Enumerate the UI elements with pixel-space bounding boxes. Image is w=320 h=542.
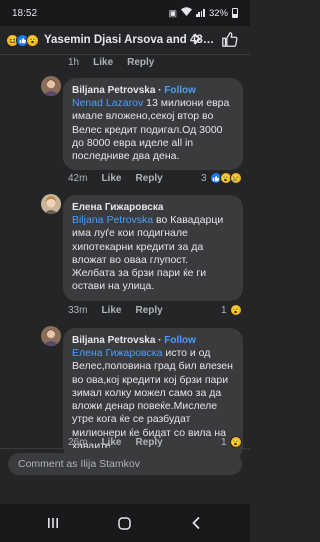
reaction-count[interactable]: 1 😮 [221, 436, 242, 448]
back-icon[interactable] [186, 514, 206, 532]
mention-link[interactable]: Елена Гижаровска [72, 347, 162, 359]
comment-time: 26m [68, 437, 88, 448]
battery-icon [232, 8, 238, 18]
like-link[interactable]: Like [101, 437, 121, 448]
like-link[interactable]: Like [101, 173, 121, 184]
comment-input-placeholder: Comment as Ilija Stamkov [18, 458, 140, 470]
wow-reaction-icon: 😮 [229, 304, 242, 316]
like-button-icon[interactable] [221, 31, 239, 49]
comment-meta: 33m Like Reply [68, 305, 163, 316]
reaction-count-value: 1 [221, 304, 227, 316]
comment-bubble: Biljana Petrovska · Follow Nenad Lazarov… [63, 78, 243, 171]
comment-author[interactable]: Biljana Petrovska · Follow [72, 334, 234, 347]
chevron-right-icon[interactable] [193, 33, 201, 47]
avatar[interactable] [41, 194, 61, 214]
reaction-count-value: 3 [201, 172, 207, 184]
reply-link[interactable]: Reply [135, 437, 162, 448]
follow-button[interactable]: Follow [164, 85, 196, 96]
comment-input[interactable]: Comment as Ilija Stamkov [8, 453, 242, 475]
reaction-count-value: 1 [221, 436, 227, 448]
status-bar: 18:52 ▣ 32% [0, 0, 250, 26]
like-link[interactable]: Like [101, 305, 121, 316]
reply-link[interactable]: Reply [135, 305, 162, 316]
header-reactions: 😆 😮 [6, 33, 39, 47]
like-link[interactable]: Like [93, 57, 113, 68]
battery-percent: 32% [208, 7, 228, 19]
comment-bubble: Елена Гижаровска Biljana Petrovska во Ка… [63, 195, 243, 301]
avatar[interactable] [41, 326, 61, 346]
reaction-count[interactable]: 3 😮 😢 [201, 172, 242, 184]
reactions-header[interactable]: 😆 😮 Yasemin Djasi Arsova and 48… [0, 26, 250, 54]
wow-reaction-icon: 😮 [26, 33, 39, 47]
comment-time: 33m [68, 305, 88, 316]
gallery-icon: ▣ [168, 7, 177, 18]
sad-reaction-icon: 😢 [229, 172, 242, 184]
avatar[interactable] [41, 76, 61, 96]
comment-author[interactable]: Елена Гижаровска [72, 201, 234, 214]
mention-link[interactable]: Biljana Petrovska [72, 214, 153, 226]
reply-link[interactable]: Reply [135, 173, 162, 184]
composer-divider [0, 448, 250, 449]
comment-time: 1h [68, 57, 80, 68]
author-name[interactable]: Biljana Petrovska [72, 85, 155, 96]
wow-reaction-icon: 😮 [229, 436, 242, 448]
author-name[interactable]: Biljana Petrovska [72, 335, 155, 346]
wifi-icon [180, 7, 192, 19]
reaction-count[interactable]: 1 😮 [221, 304, 242, 316]
comment-meta: 26m Like Reply [68, 437, 163, 448]
status-time: 18:52 [12, 7, 38, 19]
comment-text: Nenad Lazarov 13 милиони евра имале влож… [72, 97, 234, 163]
header-divider [0, 54, 250, 55]
mention-link[interactable]: Nenad Lazarov [72, 97, 143, 109]
header-title[interactable]: Yasemin Djasi Arsova and 48… [44, 34, 214, 46]
comment-text: Biljana Petrovska во Кавадарци има луѓе … [72, 214, 234, 294]
comment-time: 42m [68, 173, 88, 184]
status-icons: ▣ 32% [168, 7, 238, 19]
follow-button[interactable]: Follow [164, 335, 196, 346]
reply-link[interactable]: Reply [127, 57, 154, 68]
home-icon[interactable] [114, 514, 134, 532]
previous-comment-meta: 1h Like Reply [68, 57, 154, 68]
system-nav-bar [0, 504, 250, 542]
recent-apps-icon[interactable] [43, 514, 63, 532]
comment-author[interactable]: Biljana Petrovska · Follow [72, 84, 234, 97]
author-name[interactable]: Елена Гижаровска [72, 202, 163, 213]
comment-meta: 42m Like Reply [68, 173, 163, 184]
signal-icon [195, 9, 205, 17]
